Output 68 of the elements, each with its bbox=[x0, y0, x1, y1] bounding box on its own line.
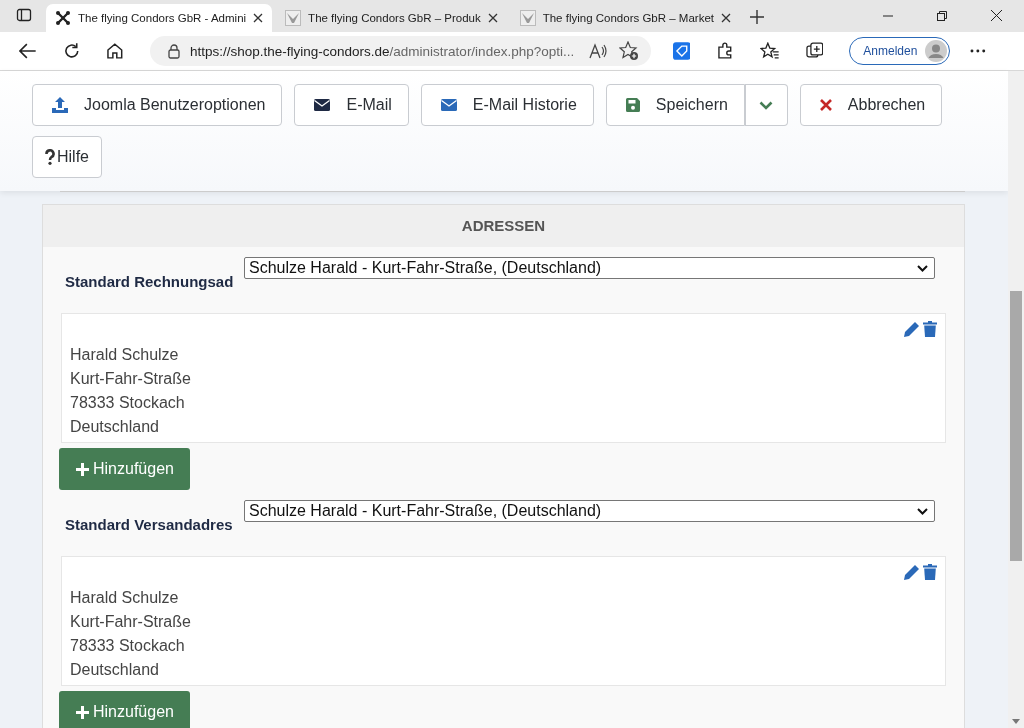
joomla-icon bbox=[55, 10, 71, 26]
lock-icon bbox=[167, 43, 180, 59]
chevron-down-icon bbox=[917, 264, 928, 272]
mail-icon bbox=[440, 99, 457, 111]
address-line: 78333 Stockach bbox=[70, 393, 186, 413]
toolbar-button[interactable]: E-Mail Historie bbox=[420, 84, 594, 126]
address-line: Kurt-Fahr-Straße bbox=[70, 612, 192, 632]
scrollbar[interactable] bbox=[1008, 71, 1024, 728]
sign-in-button[interactable]: Anmelden bbox=[849, 37, 951, 65]
toolbar-button[interactable]: Abbrechen bbox=[799, 84, 943, 126]
extensions-icon[interactable] bbox=[716, 42, 734, 60]
address-line: Deutschland bbox=[70, 660, 160, 680]
save-icon bbox=[625, 98, 640, 112]
mail-icon bbox=[314, 99, 331, 111]
close-icon[interactable] bbox=[721, 13, 731, 23]
question-icon bbox=[45, 149, 55, 165]
field-label: Standard Rechnungsad bbox=[65, 273, 235, 290]
field-label: Standard Versandadres bbox=[65, 516, 234, 533]
plus-icon bbox=[76, 705, 89, 719]
address-line: Deutschland bbox=[70, 417, 160, 437]
edit-icon[interactable] bbox=[904, 564, 920, 580]
read-aloud-icon[interactable] bbox=[588, 43, 609, 59]
upload-icon bbox=[52, 97, 68, 113]
toolbar-button[interactable]: Speichern bbox=[605, 84, 745, 126]
back-icon[interactable] bbox=[19, 43, 37, 59]
avatar-icon bbox=[925, 40, 948, 62]
delete-icon[interactable] bbox=[923, 564, 937, 580]
coupon-icon[interactable] bbox=[672, 42, 691, 60]
address-select[interactable]: Schulze Harald - Kurt-Fahr-Straße, (Deutschland) bbox=[244, 500, 935, 522]
more-icon[interactable] bbox=[970, 49, 986, 53]
browser-tab[interactable]: The flying Condors GbR – Produk bbox=[276, 4, 507, 32]
reload-icon[interactable] bbox=[62, 42, 81, 60]
url-text: https://shop.the-flying-condors.de/administrator/index.php?opti... bbox=[189, 43, 576, 59]
toolbar-button[interactable]: Joomla Benutzeroptionen bbox=[32, 84, 283, 126]
close-icon[interactable] bbox=[487, 13, 498, 23]
address-line: Kurt-Fahr-Straße bbox=[70, 369, 192, 389]
address-line: Harald Schulze bbox=[70, 345, 180, 365]
tab-title: The flying Condors GbR – Produk bbox=[308, 12, 481, 24]
chevron-down-icon bbox=[917, 507, 928, 515]
favorites-icon[interactable] bbox=[760, 42, 780, 60]
panel-heading: ADRESSEN bbox=[43, 205, 964, 247]
address-line: Harald Schulze bbox=[70, 588, 180, 608]
plus-icon bbox=[76, 462, 89, 476]
chevron-down-icon bbox=[758, 100, 773, 110]
browser-tab[interactable]: The flying Condors GbR – Market bbox=[510, 4, 740, 32]
delete-icon[interactable] bbox=[923, 321, 937, 337]
add-button[interactable]: Hinzufügen bbox=[59, 691, 190, 728]
address-line: 78333 Stockach bbox=[70, 636, 186, 656]
tab-actions-icon[interactable] bbox=[16, 7, 32, 23]
edit-icon[interactable] bbox=[904, 321, 920, 337]
address-bar[interactable]: https://shop.the-flying-condors.de/administrator/index.php?opti... bbox=[149, 36, 651, 66]
toolbar-button[interactable]: E-Mail bbox=[294, 84, 409, 126]
split-button[interactable]: Speichern bbox=[605, 84, 788, 126]
restore-icon[interactable] bbox=[937, 11, 947, 21]
close-icon bbox=[819, 99, 832, 111]
tab-title: The flying Condors GbR - Admini bbox=[78, 12, 247, 24]
scroll-down-icon[interactable] bbox=[1012, 719, 1020, 724]
favorite-add-icon[interactable] bbox=[618, 41, 639, 61]
address-select[interactable]: Schulze Harald - Kurt-Fahr-Straße, (Deutschland) bbox=[244, 257, 935, 279]
close-icon[interactable] bbox=[253, 13, 264, 23]
tab-title: The flying Condors GbR – Market bbox=[542, 12, 714, 24]
collections-icon[interactable] bbox=[805, 42, 824, 60]
close-window-icon[interactable] bbox=[991, 10, 1002, 21]
home-icon[interactable] bbox=[106, 42, 124, 60]
add-button[interactable]: Hinzufügen bbox=[59, 448, 190, 490]
toolbar-button[interactable]: Hilfe bbox=[32, 136, 102, 178]
new-tab-icon[interactable] bbox=[750, 10, 764, 24]
browser-tab[interactable]: The flying Condors GbR - Admini bbox=[46, 4, 273, 32]
